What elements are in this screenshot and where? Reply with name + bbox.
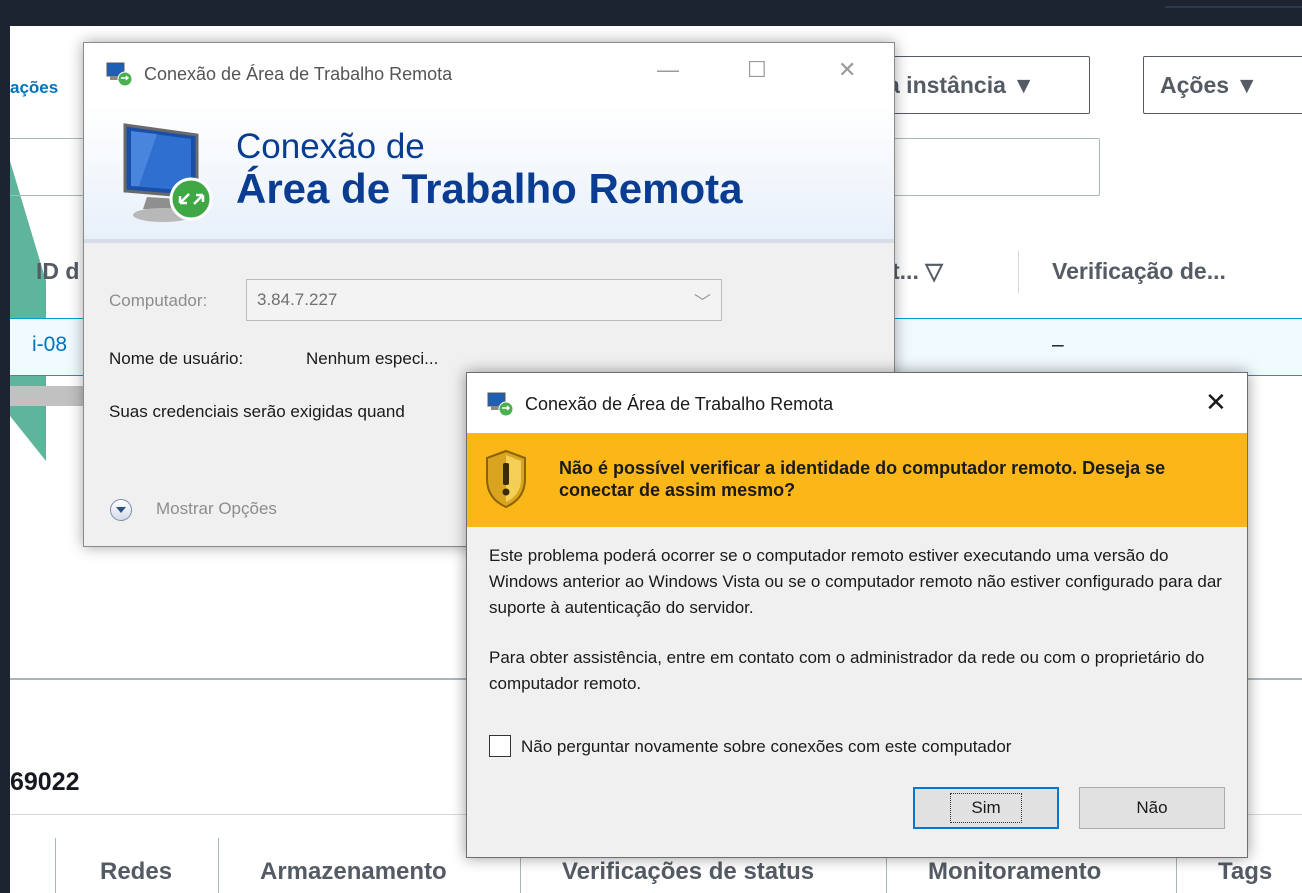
left-dark-band [0, 0, 10, 893]
yes-button[interactable]: Sim [913, 787, 1059, 829]
warning-explanation: Este problema poderá ocorrer se o comput… [489, 546, 1222, 617]
minimize-button[interactable]: — [657, 57, 679, 83]
banner-title-line2: Área de Trabalho Remota [236, 165, 743, 212]
remote-desktop-icon [487, 392, 514, 417]
instance-id-link[interactable]: i-08 [32, 333, 67, 357]
tab-monitoring[interactable]: Monitoramento [928, 858, 1101, 886]
actions-button[interactable]: Ações ▼ [1143, 56, 1302, 114]
credentials-message: Suas credenciais serão exigidas quand [109, 402, 405, 421]
username-value: Nenhum especi... [306, 349, 439, 368]
tab-tags[interactable]: Tags [1218, 858, 1272, 886]
dont-ask-again-label[interactable]: Não perguntar novamente sobre conexões c… [521, 737, 1011, 757]
show-options-link[interactable]: Mostrar Opções [156, 499, 277, 519]
filter-input[interactable] [10, 138, 90, 196]
decorative-teal-shape [10, 161, 46, 461]
close-button[interactable]: ✕ [838, 57, 856, 83]
tab-separator [55, 838, 56, 893]
no-button[interactable]: Não [1079, 787, 1225, 829]
horizontal-scrollbar[interactable] [10, 386, 90, 406]
top-band-line [1165, 6, 1302, 8]
banner-title-line1: Conexão de [236, 127, 425, 166]
computer-combobox[interactable]: 3.84.7.227 ﹀ [246, 279, 722, 321]
warning-heading: Não é possível verificar a identidade do… [559, 458, 1166, 500]
computer-value: 3.84.7.227 [257, 290, 338, 309]
expand-options-icon[interactable] [110, 499, 132, 521]
breadcrumb-link[interactable]: ações [10, 78, 58, 98]
column-header-checks[interactable]: Verificação de... [1052, 258, 1226, 285]
warning-assistance: Para obter assistência, entre em contato… [489, 648, 1205, 693]
username-label: Nome de usuário: [109, 349, 244, 368]
warning-titlebar[interactable]: Conexão de Área de Trabalho Remota ✕ [467, 373, 1247, 433]
maximize-button[interactable]: ☐ [747, 57, 767, 83]
dont-ask-again-checkbox[interactable] [489, 735, 511, 757]
remote-desktop-icon [106, 62, 133, 87]
tab-status-checks[interactable]: Verificações de status [562, 858, 814, 886]
tab-networking[interactable]: Redes [100, 858, 172, 886]
yes-button-label: Sim [950, 793, 1022, 823]
status-check-cell: – [1052, 333, 1064, 356]
chevron-down-icon[interactable]: ﹀ [694, 288, 711, 313]
tab-separator [218, 838, 219, 893]
filter-input-end[interactable] [870, 138, 1100, 196]
close-icon[interactable]: ✕ [1205, 387, 1227, 418]
warning-dialog-title: Conexão de Área de Trabalho Remota [525, 394, 834, 414]
rdp-banner: Conexão de Área de Trabalho Remota [84, 105, 894, 243]
remote-desktop-monitor-icon [123, 123, 213, 222]
rdp-window-title: Conexão de Área de Trabalho Remota [144, 64, 453, 84]
warning-shield-icon [486, 449, 526, 509]
instance-id-heading: 69022 [10, 768, 80, 796]
column-separator [1018, 251, 1019, 293]
launch-instance-button[interactable]: a instância ▼ [870, 56, 1090, 114]
column-header-status[interactable]: t... ▽ [892, 258, 943, 285]
computer-label: Computador: [109, 291, 208, 310]
tab-storage[interactable]: Armazenamento [260, 858, 447, 886]
column-header-id[interactable]: ID d [36, 258, 79, 285]
certificate-warning-dialog: Conexão de Área de Trabalho Remota ✕ Não… [466, 372, 1248, 858]
top-dark-band [0, 0, 1302, 26]
rdp-titlebar[interactable]: Conexão de Área de Trabalho Remota — ☐ ✕ [84, 43, 894, 105]
